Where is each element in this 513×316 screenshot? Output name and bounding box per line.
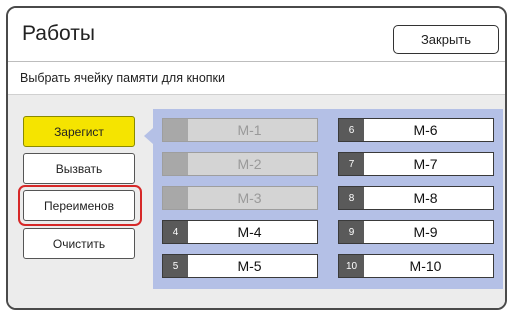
register-button[interactable]: Зарегист xyxy=(23,116,135,147)
memory-cell-label: M-7 xyxy=(413,156,438,172)
rename-highlight-ring xyxy=(18,185,142,226)
memory-cell-label: M-3 xyxy=(237,190,262,206)
memory-cell-6[interactable]: 6 M-6 xyxy=(338,118,494,142)
clear-button[interactable]: Очистить xyxy=(23,228,135,259)
memory-cell-number: 8 xyxy=(339,187,364,209)
dialog-header: Работы Закрыть xyxy=(8,8,505,62)
memory-cell-number: 4 xyxy=(163,221,188,243)
memory-cell-9[interactable]: 9 M-9 xyxy=(338,220,494,244)
recall-button[interactable]: Вызвать xyxy=(23,153,135,184)
memory-cell-8[interactable]: 8 M-8 xyxy=(338,186,494,210)
jobs-dialog: Работы Закрыть Выбрать ячейку памяти для… xyxy=(6,6,507,310)
memory-cell-5[interactable]: 5 M-5 xyxy=(162,254,318,278)
dialog-title: Работы xyxy=(22,22,95,45)
memory-cell-10[interactable]: 10 M-10 xyxy=(338,254,494,278)
instruction-text: Выбрать ячейку памяти для кнопки xyxy=(20,71,226,85)
memory-cell-number: 1 xyxy=(163,119,188,141)
memory-cell-label: M-6 xyxy=(413,122,438,138)
memory-cell-number: 6 xyxy=(339,119,364,141)
memory-cell-7[interactable]: 7 M-7 xyxy=(338,152,494,176)
memory-cell-label: M-1 xyxy=(237,122,262,138)
memory-cell-number: 2 xyxy=(163,153,188,175)
memory-cell-number: 3 xyxy=(163,187,188,209)
memory-cell-label: M-2 xyxy=(237,156,262,172)
memory-cell-label: M-5 xyxy=(237,258,262,274)
memory-cell-label: M-8 xyxy=(413,190,438,206)
memory-cell-4[interactable]: 4 M-4 xyxy=(162,220,318,244)
memory-cell-number: 9 xyxy=(339,221,364,243)
memory-cell-grid: 1 M-1 2 M-2 3 M-3 4 M-4 5 M-5 6 M-6 7 M-… xyxy=(153,109,503,289)
memory-cell-label: M-9 xyxy=(413,224,438,240)
memory-cell-label: M-10 xyxy=(409,258,442,274)
memory-cell-number: 10 xyxy=(339,255,364,277)
memory-cell-2[interactable]: 2 M-2 xyxy=(162,152,318,176)
memory-cell-1[interactable]: 1 M-1 xyxy=(162,118,318,142)
memory-panel: Зарегист Вызвать Переименов Очистить 1 M… xyxy=(8,94,505,308)
memory-cell-label: M-4 xyxy=(237,224,262,240)
memory-cell-number: 7 xyxy=(339,153,364,175)
memory-cell-3[interactable]: 3 M-3 xyxy=(162,186,318,210)
selection-pointer-icon xyxy=(144,128,153,144)
memory-cell-number: 5 xyxy=(163,255,188,277)
close-button[interactable]: Закрыть xyxy=(393,25,499,54)
